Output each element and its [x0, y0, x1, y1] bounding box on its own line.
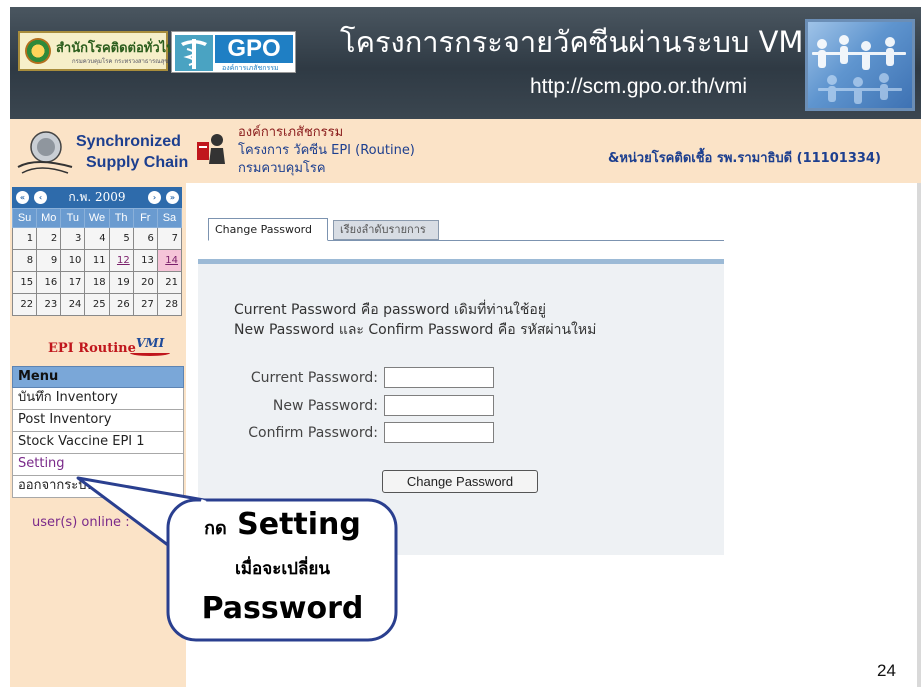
new-password-label: New Password:: [272, 398, 378, 414]
supply-chain-icon: [16, 129, 74, 175]
calendar-day[interactable]: 19: [108, 271, 134, 294]
menu-item-inventory[interactable]: บันทึก Inventory: [12, 388, 184, 410]
calendar-day[interactable]: 27: [132, 293, 158, 316]
calendar-day[interactable]: 28: [156, 293, 183, 316]
calendar-day[interactable]: 18: [84, 271, 110, 294]
confirm-password-input[interactable]: [384, 422, 494, 443]
header-banner: สำนักโรคติดต่อทั่วไป กรมควบคุมโรค กระทรว…: [10, 7, 921, 119]
vmi-swoosh-icon: [130, 350, 170, 356]
calendar-day[interactable]: 25: [84, 293, 110, 316]
change-password-button[interactable]: Change Password: [382, 470, 538, 493]
tab-bar: Change Password เรียงลำดับรายการ: [208, 218, 724, 241]
weekday-header: Tu: [60, 208, 86, 228]
calendar-day-today[interactable]: 14: [156, 249, 183, 272]
org-line-1: องค์การเภสัชกรรม: [238, 125, 344, 140]
organization-block: องค์การเภสัชกรรม โครงการ วัคซีน EPI (Rou…: [238, 124, 415, 178]
calendar-day[interactable]: 4: [84, 227, 110, 250]
calendar-day[interactable]: 8: [11, 249, 38, 272]
callout-line-2: เมื่อจะเปลี่ยน: [235, 559, 330, 579]
calendar-day[interactable]: 24: [60, 293, 86, 316]
callout-line-1: กด Setting: [170, 505, 395, 549]
calendar-day[interactable]: 26: [108, 293, 134, 316]
calendar-day[interactable]: 16: [36, 271, 62, 294]
tab-sort-items[interactable]: เรียงลำดับรายการ: [333, 220, 439, 240]
sub-header: Synchronized Supply Chain องค์การเภสัชกร…: [10, 119, 921, 183]
calendar-day[interactable]: 3: [60, 227, 86, 250]
menu-item-stock-vaccine[interactable]: Stock Vaccine EPI 1: [12, 432, 184, 454]
prev-year-icon[interactable]: «: [16, 191, 29, 204]
vmi-logo-text: VMI: [136, 336, 165, 350]
menu-item-post-inventory[interactable]: Post Inventory: [12, 410, 184, 432]
slide-page-number: 24: [877, 661, 896, 680]
calendar-day[interactable]: 5: [108, 227, 134, 250]
calendar-month-label: ก.พ. 2009: [68, 190, 126, 204]
callout-press-word: กด: [204, 518, 227, 539]
calendar-day[interactable]: 11: [84, 249, 110, 272]
calendar-day[interactable]: 22: [11, 293, 38, 316]
next-month-icon[interactable]: ›: [148, 191, 161, 204]
callout-text: กด Setting เมื่อจะเปลี่ยน Password: [170, 505, 395, 629]
form-description: Current Password คือ password เดิมที่ท่า…: [234, 300, 596, 340]
tab-change-password[interactable]: Change Password: [208, 218, 328, 241]
calendar-day[interactable]: 17: [60, 271, 86, 294]
caduceus-icon: [175, 35, 213, 71]
hospital-unit-label: &หน่วยโรคติดเชื้อ รพ.รามาธิบดี (11101334…: [608, 151, 881, 166]
weekday-header: We: [84, 208, 110, 228]
weekday-header: Su: [11, 208, 38, 228]
menu-item-logout[interactable]: ออกจากระบบ: [12, 476, 184, 498]
calendar-day[interactable]: 15: [11, 271, 38, 294]
calendar-day[interactable]: 2: [36, 227, 62, 250]
people-chain-image: [805, 19, 915, 111]
calendar-day[interactable]: 1: [11, 227, 38, 250]
desc-line-2: New Password และ Confirm Password คือ รห…: [234, 322, 597, 338]
calendar-header: « ‹ ก.พ. 2009 › »: [12, 187, 182, 208]
weekday-header: Fr: [132, 208, 158, 228]
calendar-day[interactable]: 23: [36, 293, 62, 316]
ddc-logo: สำนักโรคติดต่อทั่วไป กรมควบคุมโรค กระทรว…: [18, 31, 174, 71]
ddc-seal-icon: [25, 38, 51, 64]
calendar-day[interactable]: 6: [132, 227, 158, 250]
gpo-wordmark: GPO: [215, 35, 293, 63]
calendar-day[interactable]: 10: [60, 249, 86, 272]
confirm-password-label: Confirm Password:: [248, 425, 378, 441]
gpo-subtext: องค์การเภสัชกรรม: [222, 64, 279, 72]
calendar-day[interactable]: 13: [132, 249, 158, 272]
banner-title: โครงการกระจายวัคซีนผ่านระบบ VMI: [340, 25, 813, 59]
org-line-3: กรมควบคุมโรค: [238, 161, 326, 176]
callout-setting-word: Setting: [237, 507, 361, 542]
epi-routine-label: EPI Routine: [48, 341, 136, 356]
prev-month-icon[interactable]: ‹: [34, 191, 47, 204]
ssc-line1: Synchronized: [76, 133, 181, 150]
calendar-day[interactable]: 20: [132, 271, 158, 294]
ssc-line2: Supply Chain: [86, 154, 189, 171]
callout-line-3: Password: [201, 591, 364, 626]
menu-item-setting[interactable]: Setting: [12, 454, 184, 476]
ddc-logo-subtext: กรมควบคุมโรค กระทรวงสาธารณสุข: [72, 58, 169, 65]
banner-url: http://scm.gpo.or.th/vmi: [530, 75, 748, 98]
weekday-header: Th: [108, 208, 134, 228]
calendar-day-link[interactable]: 12: [108, 249, 134, 272]
gpo-logo: GPO องค์การเภสัชกรรม: [171, 31, 296, 73]
current-password-input[interactable]: [384, 367, 494, 388]
new-password-input[interactable]: [384, 395, 494, 416]
right-margin-divider: [917, 183, 921, 687]
desc-line-1: Current Password คือ password เดิมที่ท่า…: [234, 302, 546, 318]
calendar-day[interactable]: 9: [36, 249, 62, 272]
calendar-grid: Su Mo Tu We Th Fr Sa 1 2 3 4 5 6 7 8 9 1…: [11, 208, 183, 316]
ssc-title: Synchronized Supply Chain: [76, 131, 188, 173]
next-year-icon[interactable]: »: [166, 191, 179, 204]
menu-title: Menu: [12, 366, 184, 388]
weekday-header: Sa: [156, 208, 183, 228]
side-menu: Menu บันทึก Inventory Post Inventory Sto…: [12, 366, 184, 498]
sidebar: « ‹ ก.พ. 2009 › » Su Mo Tu We Th Fr Sa 1…: [10, 183, 186, 687]
man-with-box-icon: [195, 132, 229, 166]
current-password-label: Current Password:: [250, 370, 378, 386]
org-line-2: โครงการ วัคซีน EPI (Routine): [238, 143, 415, 158]
calendar-day[interactable]: 21: [156, 271, 183, 294]
users-online-text: user(s) online :: [32, 515, 130, 530]
weekday-header: Mo: [36, 208, 62, 228]
calendar-day[interactable]: 7: [156, 227, 183, 250]
ddc-logo-text: สำนักโรคติดต่อทั่วไป: [56, 41, 175, 56]
